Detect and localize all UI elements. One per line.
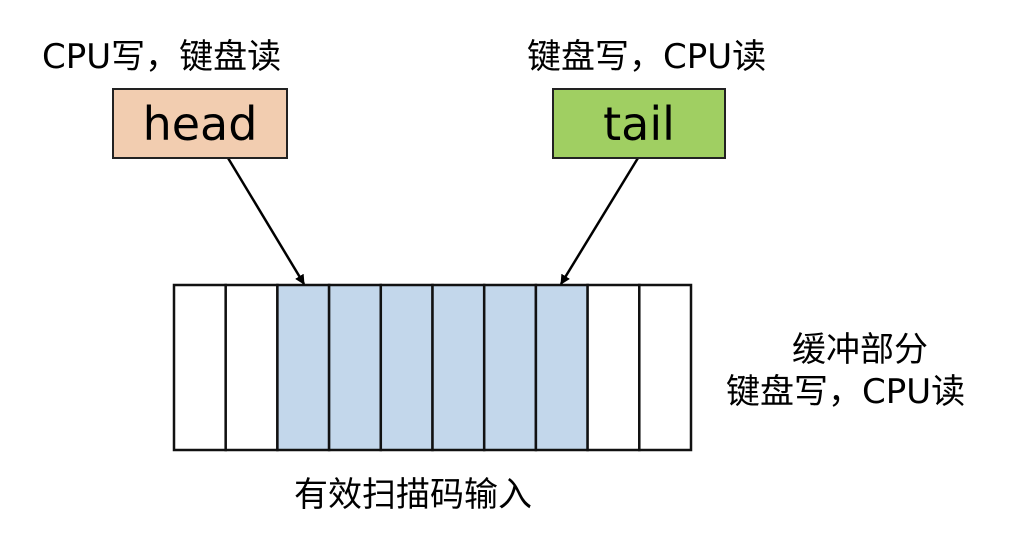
buffer-cell xyxy=(224,283,279,452)
buffer-cell xyxy=(431,283,486,452)
buffer-cell xyxy=(276,283,331,452)
tail-caption: 键盘写，CPU读 xyxy=(527,37,767,77)
tail-arrow xyxy=(559,157,640,285)
buffer-cell xyxy=(327,283,383,452)
buffer-cell xyxy=(638,283,693,452)
buffer-cell xyxy=(586,283,641,452)
tail-pointer-box: tail xyxy=(552,88,726,159)
buffer-side-label-2: 键盘写，CPU读 xyxy=(726,372,966,412)
buffer-bottom-label: 有效扫描码输入 xyxy=(294,475,532,515)
buffer-side-label: 缓冲部分 xyxy=(792,330,928,370)
head-pointer-box: head xyxy=(112,88,288,159)
buffer-cell xyxy=(534,283,589,452)
head-arrow xyxy=(226,157,306,285)
buffer-cell xyxy=(172,283,227,452)
buffer-array xyxy=(172,283,693,452)
diagram-canvas xyxy=(172,157,693,452)
buffer-cell xyxy=(379,283,434,452)
buffer-cell xyxy=(482,283,538,452)
head-caption: CPU写，键盘读 xyxy=(42,37,282,77)
